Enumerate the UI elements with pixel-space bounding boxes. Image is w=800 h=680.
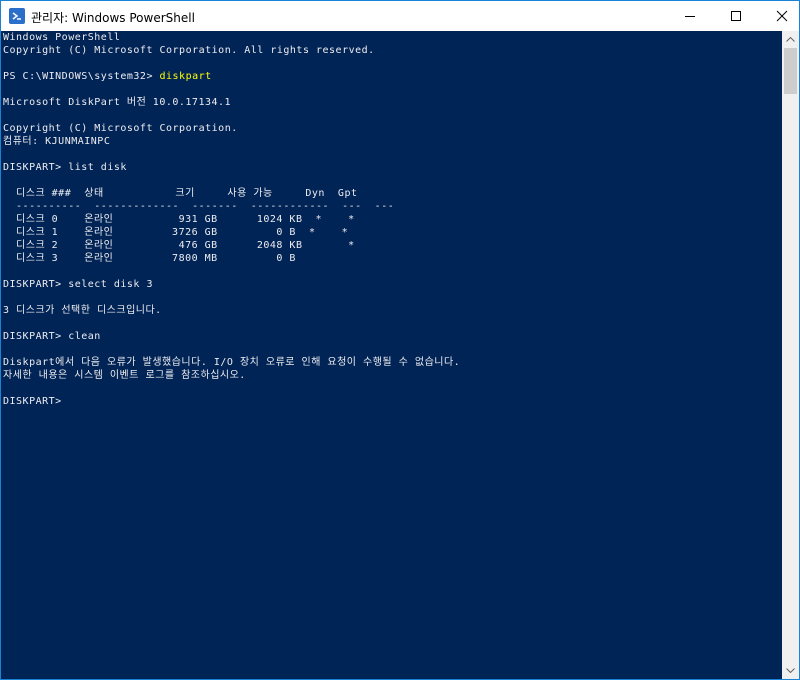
console-line: 디스크 0 온라인 931 GB 1024 KB * * (3, 214, 355, 225)
console-line: Diskpart에서 다음 오류가 발생했습니다. I/O 장치 오류로 인해 … (3, 357, 461, 368)
console-line: 디스크 3 온라인 7800 MB 0 B (3, 253, 296, 264)
console-prompt: PS C:\WINDOWS\system32> (3, 71, 160, 82)
chevron-up-icon (786, 37, 795, 42)
chevron-down-icon (786, 668, 795, 673)
console-line: 3 디스크가 선택한 디스크입니다. (3, 305, 162, 316)
minimize-icon (685, 16, 695, 17)
maximize-icon (731, 11, 741, 21)
console-line: DISKPART> select disk 3 (3, 279, 153, 290)
console-text: Windows PowerShell Copyright (C) Microso… (3, 31, 460, 408)
console-line: 자세한 내용은 시스템 이벤트 로그를 참조하십시오. (3, 370, 246, 381)
window-title: 관리자: Windows PowerShell (31, 11, 195, 25)
scroll-track[interactable] (782, 94, 799, 662)
scroll-up-button[interactable] (782, 31, 799, 48)
console-line: PS C:\WINDOWS\system32> diskpart (3, 71, 212, 82)
minimize-button[interactable] (667, 1, 713, 31)
console-line: 디스크 2 온라인 476 GB 2048 KB * (3, 240, 355, 251)
scroll-down-button[interactable] (782, 662, 799, 679)
title-bar[interactable]: 관리자: Windows PowerShell (1, 1, 799, 31)
console-line: Copyright (C) Microsoft Corporation. All… (3, 45, 375, 56)
console-line: 컴퓨터: KJUNMAINPC (3, 136, 111, 147)
close-icon (776, 10, 788, 22)
powershell-icon[interactable] (9, 8, 25, 24)
console-line: 디스크 1 온라인 3726 GB 0 B * * (3, 227, 349, 238)
console-line: Copyright (C) Microsoft Corporation. (3, 123, 238, 134)
vertical-scrollbar[interactable] (782, 31, 799, 679)
console-output-area[interactable]: Windows PowerShell Copyright (C) Microso… (1, 31, 782, 679)
console-line: ---------- ------------- ------- -------… (3, 201, 395, 212)
console-line: 디스크 ### 상태 크기 사용 가능 Dyn Gpt (3, 188, 358, 199)
console-line: DISKPART> list disk (3, 162, 127, 173)
console-line: DISKPART> (3, 396, 62, 407)
console-line: Microsoft DiskPart 버전 10.0.17134.1 (3, 97, 232, 108)
console-command: diskpart (159, 71, 212, 82)
console-line: DISKPART> clean (3, 331, 101, 342)
close-button[interactable] (759, 1, 800, 31)
console-line: Windows PowerShell (3, 32, 121, 43)
powershell-window: 관리자: Windows PowerShell Windows PowerShe… (0, 0, 800, 680)
maximize-button[interactable] (713, 1, 759, 31)
scroll-thumb[interactable] (784, 48, 797, 94)
